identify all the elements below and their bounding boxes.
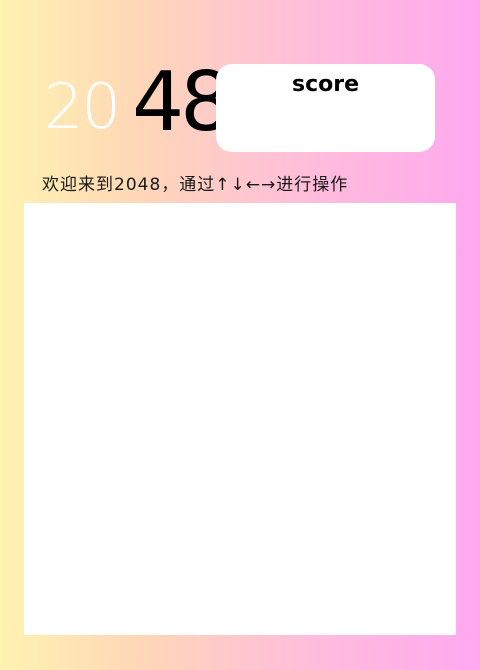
logo-digits-dark: 48 [132,55,232,150]
logo-digits-light: 20 [44,70,121,143]
game-board[interactable] [24,203,456,635]
score-panel: score [216,64,435,152]
instruction-text: 欢迎来到2048，通过↑↓←→进行操作 [42,175,349,195]
game-logo: 20 48 [44,58,232,148]
score-label: score [291,72,360,97]
